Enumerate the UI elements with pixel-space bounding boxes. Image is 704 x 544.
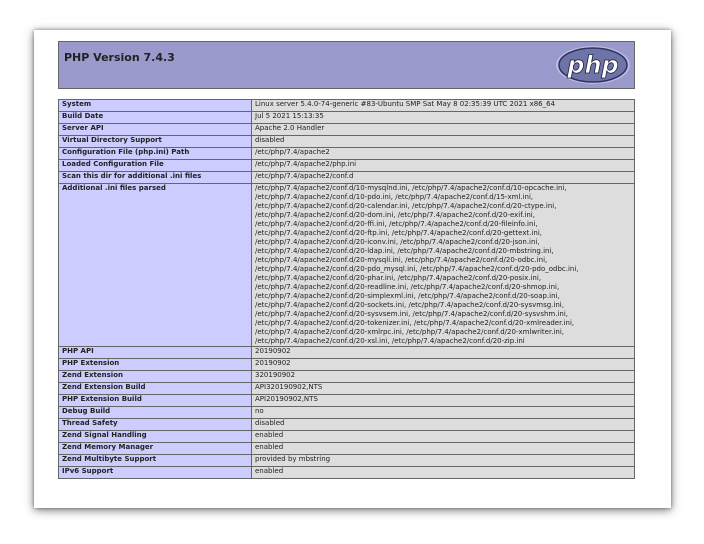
php-logo-text: php [566,51,618,79]
row-value: enabled [251,430,635,443]
row-value: no [251,406,635,419]
table-row: Zend Extension 320190902 [58,370,635,383]
row-label: PHP Extension [58,358,252,371]
row-label: Configuration File (php.ini) Path [58,147,252,160]
row-value: 20190902 [251,346,635,359]
table-row: Configuration File (php.ini) Path /etc/p… [58,147,635,160]
php-version-header: PHP Version 7.4.3 php [58,41,635,89]
row-value: /etc/php/7.4/apache2/conf.d/10-mysqlnd.i… [251,183,635,347]
row-label: System [58,99,252,112]
table-row: PHP API 20190902 [58,346,635,359]
table-row: Build Date Jul 5 2021 15:13:35 [58,111,635,124]
row-label: Scan this dir for additional .ini files [58,171,252,184]
row-value: enabled [251,466,635,479]
row-label: Zend Multibyte Support [58,454,252,467]
row-value: /etc/php/7.4/apache2/php.ini [251,159,635,172]
row-label: Zend Extension [58,370,252,383]
table-row: Zend Multibyte Support provided by mbstr… [58,454,635,467]
php-version-title: PHP Version 7.4.3 [64,51,175,64]
row-label: Zend Signal Handling [58,430,252,443]
row-label: PHP Extension Build [58,394,252,407]
row-value: API320190902,NTS [251,382,635,395]
row-value: Apache 2.0 Handler [251,123,635,136]
row-label: Loaded Configuration File [58,159,252,172]
row-label: Zend Memory Manager [58,442,252,455]
table-row: Debug Build no [58,406,635,419]
row-value: enabled [251,442,635,455]
screenshot-paper: PHP Version 7.4.3 php System Linux serve… [34,30,671,508]
row-value: disabled [251,418,635,431]
table-row: Additional .ini files parsed /etc/php/7.… [58,183,635,347]
table-row: PHP Extension Build API20190902,NTS [58,394,635,407]
table-row: Zend Extension Build API320190902,NTS [58,382,635,395]
row-label: Build Date [58,111,252,124]
table-row: Loaded Configuration File /etc/php/7.4/a… [58,159,635,172]
row-label: Additional .ini files parsed [58,183,252,347]
table-row: Virtual Directory Support disabled [58,135,635,148]
row-label: Thread Safety [58,418,252,431]
row-label: Zend Extension Build [58,382,252,395]
table-row: Zend Memory Manager enabled [58,442,635,455]
row-label: IPv6 Support [58,466,252,479]
row-value: API20190902,NTS [251,394,635,407]
table-row: Zend Signal Handling enabled [58,430,635,443]
row-label: Virtual Directory Support [58,135,252,148]
info-table: System Linux server 5.4.0-74-generic #83… [58,99,635,479]
row-value: 320190902 [251,370,635,383]
table-row: Server API Apache 2.0 Handler [58,123,635,136]
row-label: Debug Build [58,406,252,419]
php-logo-icon: php [556,46,630,84]
row-value: /etc/php/7.4/apache2 [251,147,635,160]
table-row: System Linux server 5.4.0-74-generic #83… [58,99,635,112]
row-label: PHP API [58,346,252,359]
row-value: Jul 5 2021 15:13:35 [251,111,635,124]
row-label: Server API [58,123,252,136]
table-row: PHP Extension 20190902 [58,358,635,371]
table-row: IPv6 Support enabled [58,466,635,479]
phpinfo-page: PHP Version 7.4.3 php System Linux serve… [58,41,635,479]
row-value: 20190902 [251,358,635,371]
row-value: provided by mbstring [251,454,635,467]
row-value: Linux server 5.4.0-74-generic #83-Ubuntu… [251,99,635,112]
row-value: /etc/php/7.4/apache2/conf.d [251,171,635,184]
row-value: disabled [251,135,635,148]
table-row: Scan this dir for additional .ini files … [58,171,635,184]
table-row: Thread Safety disabled [58,418,635,431]
